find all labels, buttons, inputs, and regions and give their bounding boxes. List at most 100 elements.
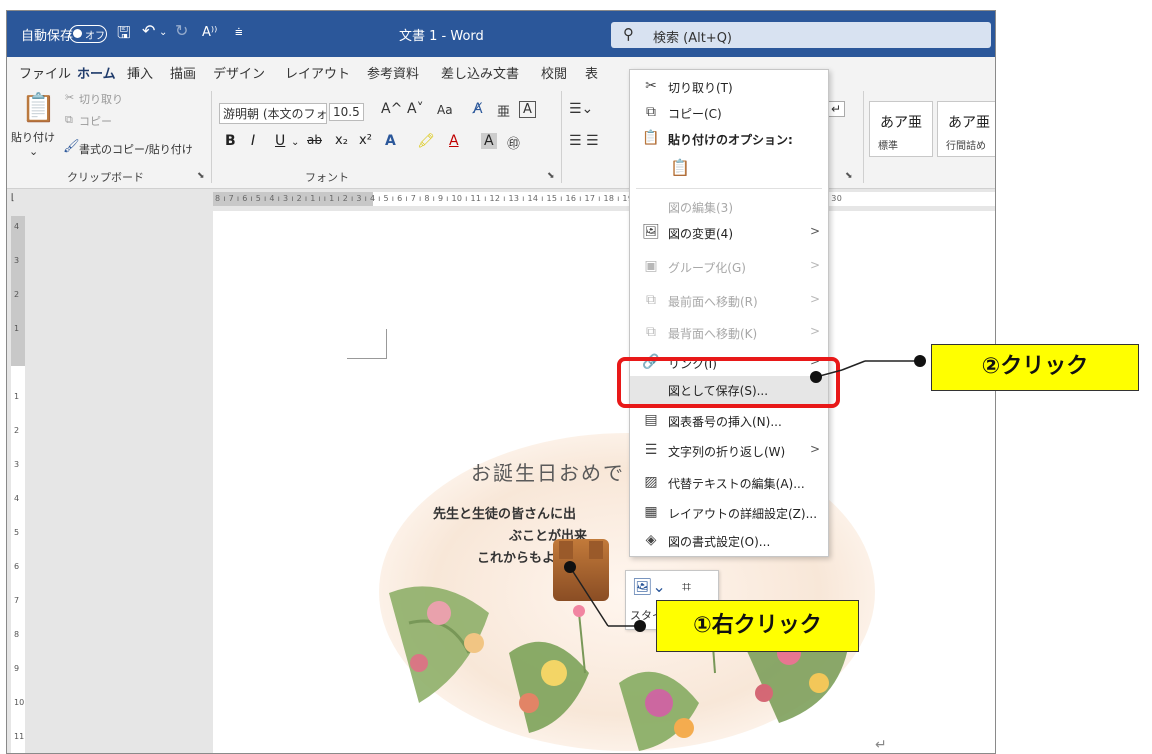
submenu-arrow-icon: > bbox=[810, 258, 821, 272]
crop-icon[interactable]: ⌗ bbox=[682, 577, 691, 597]
tab-references[interactable]: 参考資料 bbox=[367, 63, 419, 82]
tab-design[interactable]: デザイン bbox=[213, 63, 265, 82]
enclosed-char-icon[interactable]: ㊞ bbox=[507, 133, 520, 152]
font-name-box[interactable]: 游明朝 (本文のフォン bbox=[219, 103, 327, 124]
tab-layout[interactable]: レイアウト bbox=[285, 63, 350, 82]
underline-dropdown-icon[interactable]: ⌄ bbox=[291, 137, 299, 148]
vruler-number: 7 bbox=[14, 596, 20, 605]
undo-dropdown-icon[interactable]: ⌄ bbox=[159, 27, 167, 38]
tab-review[interactable]: 校閲 bbox=[541, 63, 567, 82]
alt-text-icon: ▨ bbox=[644, 474, 658, 490]
underline-button[interactable]: U bbox=[275, 133, 285, 149]
menu-item-paste-keep[interactable]: 📋 bbox=[630, 154, 828, 184]
grow-font-button[interactable]: A^ bbox=[381, 101, 402, 117]
change-picture-icon: 🖼 bbox=[642, 224, 660, 240]
insert-caption-icon: ▤ bbox=[644, 412, 658, 428]
redo-icon[interactable]: ↻ bbox=[175, 21, 188, 40]
superscript-button[interactable]: x² bbox=[359, 133, 372, 148]
char-border-icon[interactable]: A bbox=[519, 101, 536, 118]
menu-item-send-back: ⧉ 最背面へ移動(K) > bbox=[630, 320, 828, 346]
margin-corner-mark bbox=[347, 329, 387, 359]
menu-item-alt-text[interactable]: ▨ 代替テキストの編集(A)... bbox=[630, 470, 828, 496]
step-2-callout: ②クリック bbox=[931, 344, 1139, 391]
menu-item-wrap-text[interactable]: ☰ 文字列の折り返し(W) > bbox=[630, 438, 828, 464]
bold-button[interactable]: B bbox=[225, 133, 236, 149]
menu-separator bbox=[636, 188, 822, 189]
read-aloud-icon[interactable]: A⁾⁾ bbox=[202, 25, 217, 40]
clipboard-launcher-icon[interactable]: ⬊ bbox=[197, 171, 205, 181]
change-case-button[interactable]: Aa bbox=[437, 103, 453, 117]
align-left-icon[interactable]: ☰ ☰ bbox=[569, 133, 599, 149]
format-painter-button[interactable]: 書式のコピー/貼り付け bbox=[79, 141, 193, 157]
copy-icon[interactable]: ⧉ bbox=[65, 113, 73, 127]
menu-item-group: ▣ グループ化(G) > bbox=[630, 254, 828, 280]
menu-item-label: 図の変更(4) bbox=[668, 227, 733, 241]
vruler-number: 2 bbox=[14, 426, 20, 435]
paragraph-mark-icon[interactable]: ↵ bbox=[827, 101, 846, 117]
document-title: 文書 1 - Word bbox=[399, 29, 484, 44]
menu-item-cut[interactable]: ✂ 切り取り(T) bbox=[630, 74, 828, 100]
autosave-toggle[interactable]: オフ bbox=[69, 25, 107, 43]
tab-draw[interactable]: 描画 bbox=[170, 63, 196, 82]
clear-format-icon[interactable]: A̸ bbox=[473, 101, 483, 117]
ruler-ticks: 8 ı 7 ı 6 ı 5 ı 4 ı 3 ı 2 ı 1 ı ı 1 ı 2 … bbox=[213, 192, 995, 206]
shrink-font-button[interactable]: A˅ bbox=[407, 101, 424, 117]
bullets-icon[interactable]: ☰⌄ bbox=[569, 101, 593, 117]
highlight-box bbox=[617, 357, 840, 408]
tab-selector-icon[interactable]: ⌊ bbox=[11, 193, 21, 203]
cut-icon: ✂ bbox=[645, 78, 657, 94]
step-1-callout: ①右クリック bbox=[656, 600, 859, 652]
tab-insert[interactable]: 挿入 bbox=[127, 63, 153, 82]
horizontal-ruler[interactable]: 8 ı 7 ı 6 ı 5 ı 4 ı 3 ı 2 ı 1 ı ı 1 ı 2 … bbox=[7, 190, 995, 208]
cut-button[interactable]: 切り取り bbox=[79, 91, 123, 107]
font-size-box[interactable]: 10.5 bbox=[329, 103, 364, 121]
menu-item-label: レイアウトの詳細設定(Z)... bbox=[668, 507, 818, 521]
strikethrough-button[interactable]: ab bbox=[307, 133, 322, 147]
menu-item-label: 貼り付けのオプション: bbox=[668, 133, 793, 147]
format-painter-icon[interactable]: 🖌 bbox=[63, 139, 80, 154]
style-normal[interactable]: あア亜 標準 bbox=[869, 101, 933, 157]
italic-button[interactable]: I bbox=[251, 133, 255, 149]
menu-item-format-picture[interactable]: ◈ 図の書式設定(O)... bbox=[630, 528, 828, 554]
menu-item-label: 図の書式設定(O)... bbox=[668, 535, 771, 549]
menu-item-layout-options[interactable]: ▦ レイアウトの詳細設定(Z)... bbox=[630, 500, 828, 526]
tab-file[interactable]: ファイル bbox=[19, 63, 71, 82]
paste-dropdown-icon[interactable]: ⌄ bbox=[29, 145, 38, 158]
cut-icon[interactable]: ✂ bbox=[65, 91, 74, 104]
vruler-number: 3 bbox=[14, 256, 20, 265]
char-shading-button[interactable]: A bbox=[481, 133, 497, 149]
copy-button[interactable]: コピー bbox=[79, 113, 112, 129]
menu-item-change-picture[interactable]: 🖼 図の変更(4) > bbox=[630, 220, 828, 246]
menu-item-insert-caption[interactable]: ▤ 図表番号の挿入(N)... bbox=[630, 408, 828, 434]
style-no-spacing[interactable]: あア亜 行間詰め bbox=[937, 101, 995, 157]
style-sample: あア亜 bbox=[948, 115, 990, 131]
save-icon[interactable]: 🖫 bbox=[117, 22, 131, 49]
paragraph-launcher-icon[interactable]: ⬊ bbox=[845, 171, 853, 181]
font-color-button[interactable]: A bbox=[449, 133, 459, 149]
text-effects-button[interactable]: A bbox=[385, 133, 396, 149]
highlight-color-button[interactable]: 🖍 bbox=[417, 133, 435, 149]
vruler-number: 8 bbox=[14, 630, 20, 639]
menu-item-label: グループ化(G) bbox=[668, 261, 746, 275]
submenu-arrow-icon: > bbox=[810, 224, 821, 238]
menu-item-paste-options: 📋 貼り付けのオプション: bbox=[630, 126, 828, 152]
vertical-ruler[interactable]: 4 3 2 1 1 2 3 4 5 6 7 8 9 10 11 bbox=[11, 216, 25, 753]
font-launcher-icon[interactable]: ⬊ bbox=[547, 171, 555, 181]
dog-ear bbox=[589, 541, 603, 559]
customize-toolbar-icon[interactable]: ⩧ bbox=[235, 25, 243, 40]
search-input[interactable]: ⚲ 検索 (Alt+Q) bbox=[611, 22, 991, 48]
phonetic-guide-icon[interactable]: 亜 bbox=[497, 101, 510, 120]
menu-item-label: 切り取り(T) bbox=[668, 81, 733, 95]
tab-home[interactable]: ホーム bbox=[77, 63, 116, 88]
picture-style-icon[interactable]: 🖼⌄ bbox=[632, 577, 666, 596]
paragraph-mark-icon: ↵ bbox=[875, 737, 887, 753]
undo-icon[interactable]: ↶ bbox=[142, 21, 155, 40]
tab-mailings[interactable]: 差し込み文書 bbox=[441, 63, 519, 82]
vruler-number: 6 bbox=[14, 562, 20, 571]
tab-view[interactable]: 表 bbox=[585, 63, 598, 82]
subscript-button[interactable]: x₂ bbox=[335, 133, 348, 148]
paste-button[interactable]: 貼り付け bbox=[11, 129, 55, 145]
document-page[interactable]: お誕生日おめで 先生と生徒の皆さんに出 ぶことが出来 これからもよろし bbox=[213, 211, 995, 753]
paste-icon[interactable]: 📋 bbox=[21, 91, 56, 124]
menu-item-copy[interactable]: ⧉ コピー(C) bbox=[630, 100, 828, 126]
